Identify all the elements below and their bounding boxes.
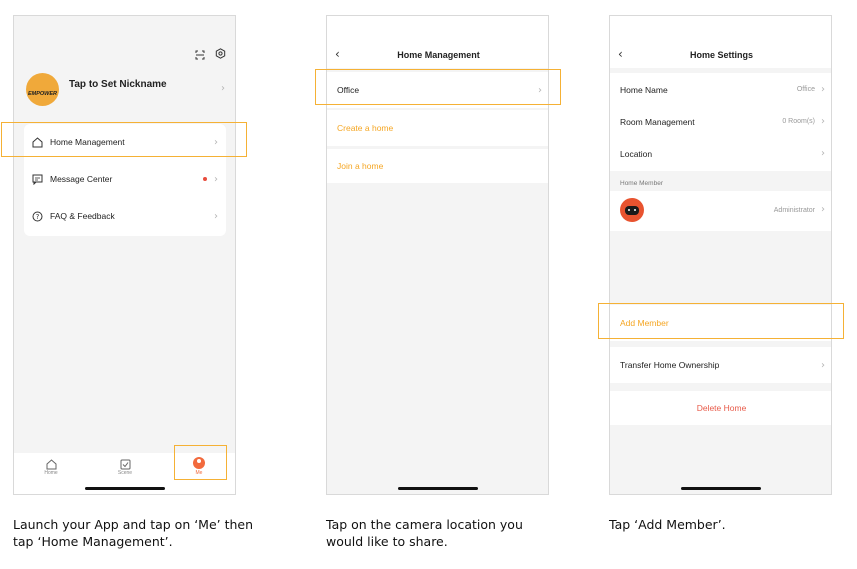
create-home-card[interactable]: Create a home	[327, 110, 548, 146]
join-home-card[interactable]: Join a home	[327, 149, 548, 183]
profile-row[interactable]: EMPOWER Tap to Set Nickname ›	[14, 68, 235, 112]
row-room-management[interactable]: Room Management 0 Room(s) ›	[610, 105, 831, 138]
row-value: Office	[796, 86, 815, 93]
page-title: Home Management	[397, 50, 480, 60]
chevron-right-icon: ›	[214, 210, 218, 222]
question-icon: ?	[32, 211, 43, 222]
row-location[interactable]: Location ›	[610, 137, 831, 170]
row-label: Home Name	[620, 84, 668, 95]
transfer-card[interactable]: Transfer Home Ownership ›	[610, 347, 831, 383]
tab-label: Home	[44, 470, 58, 476]
member-avatar	[620, 198, 644, 222]
tab-scene[interactable]: Scene	[108, 457, 142, 481]
highlight-office	[315, 69, 561, 105]
delete-card[interactable]: Delete Home	[610, 391, 831, 425]
chevron-right-icon: ›	[221, 83, 225, 94]
row-label: Location	[620, 148, 653, 159]
highlight-add-member	[598, 303, 844, 339]
tab-label: Scene	[117, 470, 133, 476]
nav-header: ‹ Home Settings	[610, 16, 831, 68]
menu-item-label: Message Center	[50, 174, 113, 184]
phone-screen-home-settings: ‹ Home Settings Home Name Office › Room …	[609, 15, 832, 495]
menu-item-message-center[interactable]: Message Center ›	[24, 161, 226, 197]
delete-home-button[interactable]: Delete Home	[697, 403, 747, 413]
chevron-right-icon: ›	[821, 359, 825, 371]
create-home-link[interactable]: Create a home	[337, 123, 393, 133]
settings-icon[interactable]	[215, 46, 226, 59]
avatar-logo-text: EMPOWER	[27, 90, 58, 97]
phone-screen-me: EMPOWER Tap to Set Nickname › Home Manag…	[13, 15, 236, 495]
transfer-ownership-row[interactable]: Transfer Home Ownership ›	[610, 347, 831, 383]
menu-item-label: FAQ & Feedback	[50, 211, 115, 221]
caption-step-1: Launch your App and tap on ‘Me’ then tap…	[13, 517, 254, 549]
menu-item-faq-feedback[interactable]: ? FAQ & Feedback ›	[24, 198, 226, 234]
chevron-right-icon: ›	[821, 148, 825, 159]
member-card: Administrator ›	[610, 191, 831, 231]
caption-step-2: Tap on the camera location you would lik…	[326, 517, 523, 549]
highlight-home-management	[1, 122, 247, 157]
nav-header: ‹ Home Management	[327, 16, 548, 68]
member-role: Administrator	[773, 207, 815, 214]
join-home-link[interactable]: Join a home	[337, 161, 383, 171]
notification-dot	[203, 177, 207, 181]
caption-step-3: Tap ‘Add Member’.	[609, 517, 726, 532]
home-indicator	[397, 487, 478, 490]
profile-name: Tap to Set Nickname	[69, 79, 167, 90]
highlight-me-tab	[174, 445, 227, 480]
home-icon	[46, 457, 57, 470]
scene-icon	[120, 457, 131, 470]
avatar: EMPOWER	[26, 73, 59, 106]
create-home-row[interactable]: Create a home	[327, 110, 548, 146]
tab-home[interactable]: Home	[34, 457, 68, 481]
page-title: Home Settings	[689, 50, 753, 60]
home-indicator	[84, 487, 165, 490]
transfer-ownership-label: Transfer Home Ownership	[620, 360, 720, 370]
scan-icon[interactable]	[195, 47, 205, 60]
chevron-right-icon: ›	[821, 204, 825, 215]
home-indicator	[680, 487, 761, 490]
row-home-name[interactable]: Home Name Office ›	[610, 73, 831, 106]
delete-home-row[interactable]: Delete Home	[610, 391, 831, 425]
svg-text:?: ?	[36, 213, 40, 221]
chevron-right-icon: ›	[821, 84, 825, 95]
join-home-row[interactable]: Join a home	[327, 149, 548, 183]
chevron-right-icon: ›	[821, 116, 825, 127]
settings-card: Home Name Office › Room Management 0 Roo…	[610, 73, 831, 171]
message-icon	[32, 174, 43, 186]
member-row[interactable]: Administrator ›	[610, 191, 831, 231]
chevron-right-icon: ›	[214, 173, 218, 185]
section-label-home-member: Home Member	[620, 180, 663, 187]
row-label: Room Management	[620, 116, 695, 127]
row-value: 0 Room(s)	[782, 118, 815, 125]
